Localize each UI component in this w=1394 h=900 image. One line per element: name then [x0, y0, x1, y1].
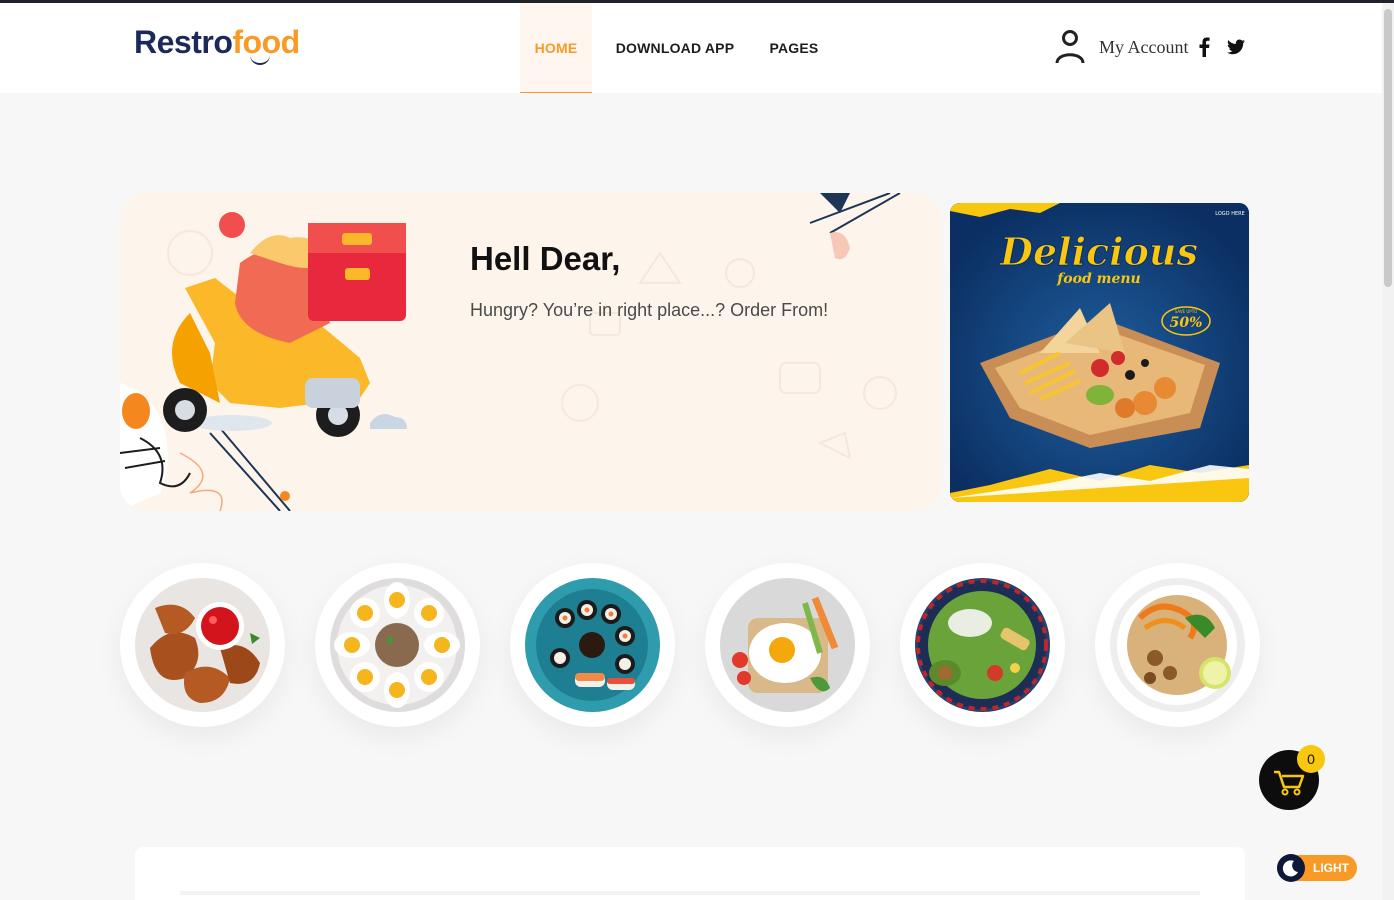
- nav-home[interactable]: HOME: [520, 3, 592, 93]
- promo-badge-text: 50%: [1170, 315, 1203, 331]
- site-logo[interactable]: Restrofood: [134, 24, 300, 61]
- theme-label: LIGHT: [1313, 861, 1349, 875]
- theme-knob[interactable]: [1277, 854, 1305, 882]
- hero-subtitle: Hungry? You’re in right place...? Order …: [470, 300, 829, 320]
- category-sushi-platter[interactable]: [510, 563, 675, 727]
- promo-subheadline: food menu: [1056, 271, 1140, 287]
- scroll-thumb[interactable]: [1384, 9, 1392, 287]
- promo-banner[interactable]: Delicious food menu LOGO HERE SAVE UPTO …: [950, 203, 1249, 502]
- logo-text-part1: Restro: [134, 24, 233, 60]
- promo-artwork: Delicious food menu LOGO HERE SAVE UPTO …: [950, 203, 1249, 502]
- category-salad-bowl[interactable]: [900, 563, 1065, 727]
- category-chicken-wings[interactable]: [120, 563, 285, 727]
- noodle-bowl-image: [1110, 578, 1245, 712]
- salad-bowl-image: [915, 578, 1050, 712]
- promo-headline: Delicious: [999, 229, 1198, 274]
- twitter-icon[interactable]: [1227, 39, 1245, 55]
- fried-egg-toast-image: [720, 578, 855, 712]
- card-divider: [180, 891, 1200, 895]
- nav-download-app[interactable]: DOWNLOAD APP: [606, 3, 744, 93]
- my-account-link[interactable]: My Account: [1099, 37, 1189, 58]
- promo-badge-caption: SAVE UPTO: [1175, 309, 1198, 314]
- nav-pages[interactable]: PAGES: [760, 3, 828, 93]
- deviled-eggs-image: [330, 578, 465, 712]
- category-fried-egg-toast[interactable]: [705, 563, 870, 727]
- moon-icon: [1282, 860, 1298, 877]
- scrollbar[interactable]: [1382, 3, 1394, 900]
- chicken-wings-image: [135, 578, 270, 712]
- category-deviled-eggs[interactable]: [315, 563, 480, 727]
- hero-title: Hell Dear,: [470, 240, 621, 277]
- promo-logo-text: LOGO HERE: [1215, 211, 1245, 217]
- facebook-icon[interactable]: [1197, 37, 1211, 57]
- category-noodle-bowl[interactable]: [1095, 563, 1260, 727]
- user-icon[interactable]: [1054, 28, 1086, 64]
- sushi-platter-image: [525, 578, 660, 712]
- cart-count-badge: 0: [1297, 745, 1325, 773]
